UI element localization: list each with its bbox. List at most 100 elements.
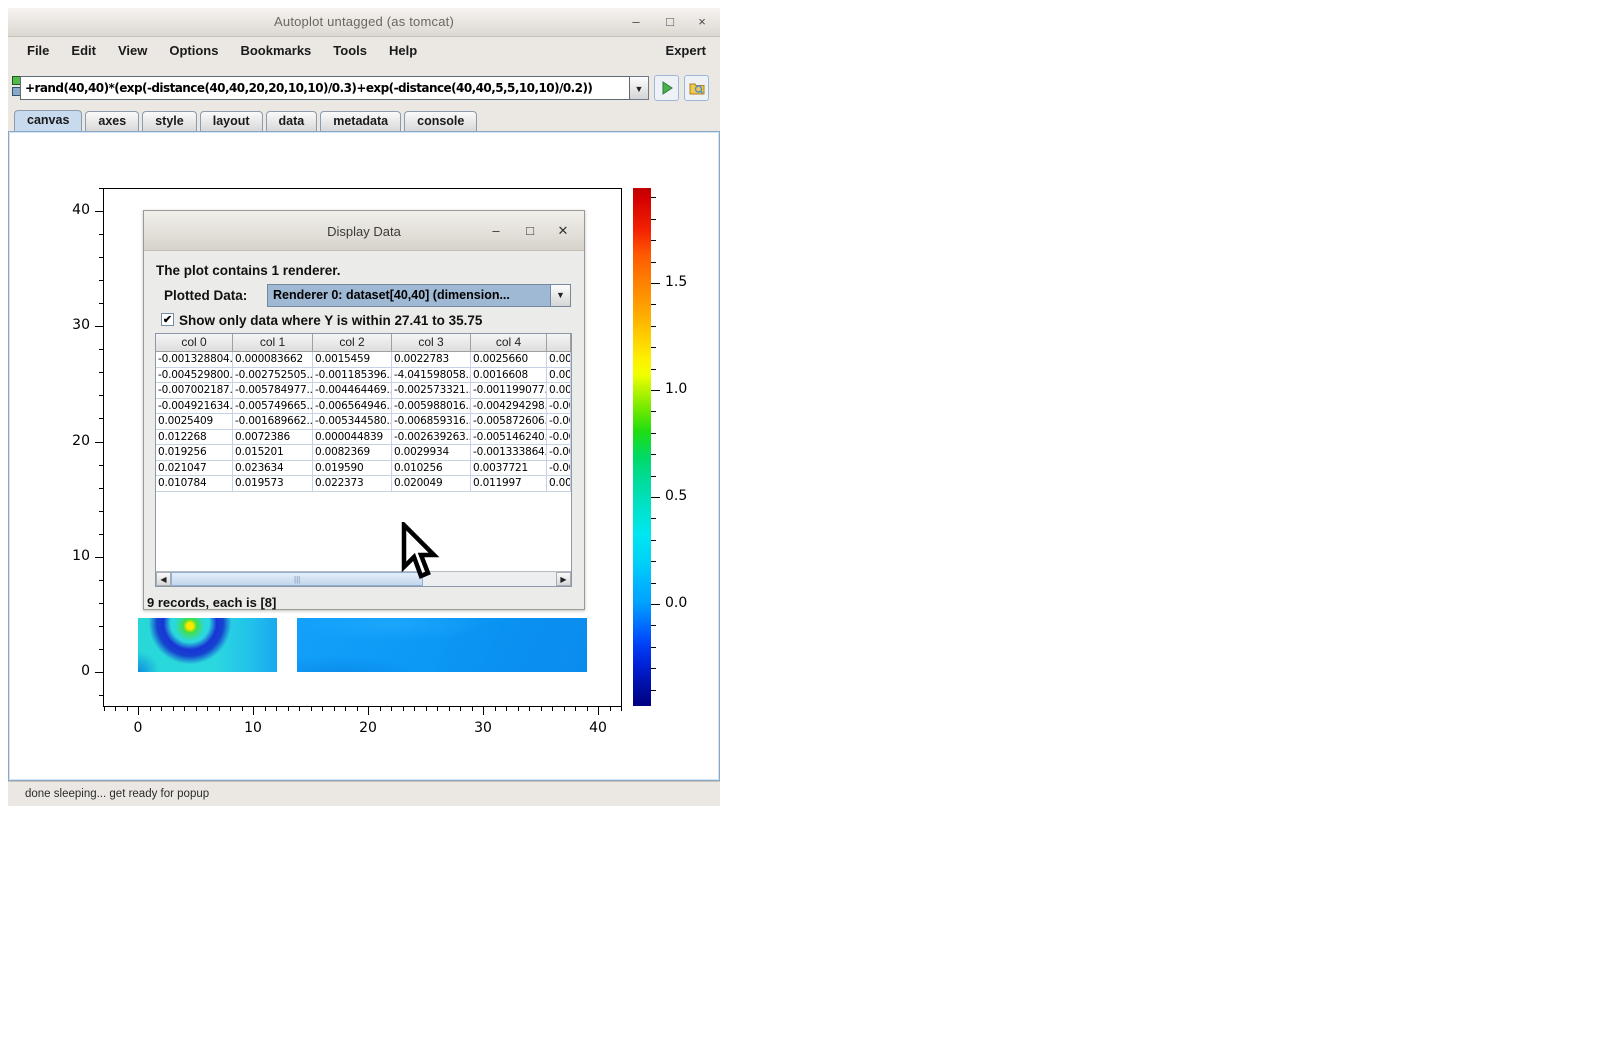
y-filter-checkbox[interactable]: ✔: [161, 313, 174, 326]
table-row[interactable]: -0.004529800...-0.002752505...-0.0011853…: [156, 368, 571, 384]
table-header-cell[interactable]: col 1: [233, 334, 313, 352]
table-row[interactable]: 0.0192560.0152010.00823690.0029934-0.001…: [156, 445, 571, 461]
table-cell[interactable]: -0.004464469...: [313, 383, 392, 399]
table-cell[interactable]: 0.015201: [233, 445, 313, 461]
table-cell[interactable]: 0.0029934: [392, 445, 471, 461]
table-row[interactable]: -0.001328804...0.0000836620.00154590.002…: [156, 352, 571, 368]
table-cell[interactable]: -0.005749665...: [233, 399, 313, 415]
table-cell[interactable]: 0.022373: [313, 476, 392, 492]
table-cell[interactable]: -0.001185396...: [313, 368, 392, 384]
scrollbar-thumb[interactable]: |||: [171, 572, 423, 586]
table-cell[interactable]: 0.0016608: [471, 368, 547, 384]
table-cell[interactable]: 0.0015459: [313, 352, 392, 368]
table-cell[interactable]: -0.001333864...: [471, 445, 547, 461]
table-cell[interactable]: 0.019573: [233, 476, 313, 492]
expert-menu[interactable]: Expert: [666, 37, 706, 64]
table-header-cell[interactable]: col 3: [392, 334, 471, 352]
table-cell[interactable]: -0.005344580...: [313, 414, 392, 430]
table-cell[interactable]: -0.001689662...: [233, 414, 313, 430]
table-cell[interactable]: -0.002639263...: [392, 430, 471, 446]
table-cell[interactable]: -0.005988016...: [392, 399, 471, 415]
table-cell[interactable]: 0.0037721: [471, 461, 547, 477]
table-row[interactable]: 0.0025409-0.001689662...-0.005344580...-…: [156, 414, 571, 430]
heatmap-fragment-right[interactable]: [297, 618, 587, 672]
menu-item-bookmarks[interactable]: Bookmarks: [229, 37, 322, 64]
go-button[interactable]: [654, 75, 679, 101]
tab-style[interactable]: style: [142, 111, 197, 131]
tab-data[interactable]: data: [266, 111, 318, 131]
menu-item-file[interactable]: File: [16, 37, 60, 64]
table-cell[interactable]: -0.00: [547, 461, 571, 477]
scroll-right-icon[interactable]: ▶: [556, 572, 571, 586]
dialog-maximize-icon[interactable]: □: [518, 219, 542, 243]
table-cell[interactable]: -0.005872606...: [471, 414, 547, 430]
table-cell[interactable]: -0.007002187...: [156, 383, 233, 399]
table-cell[interactable]: 0.0072386: [233, 430, 313, 446]
heatmap-fragment-left[interactable]: [138, 618, 277, 672]
maximize-icon[interactable]: □: [658, 11, 682, 33]
table-row[interactable]: -0.007002187...-0.005784977...-0.0044644…: [156, 383, 571, 399]
table-cell[interactable]: 0.0025409: [156, 414, 233, 430]
table-cell[interactable]: -0.00: [547, 430, 571, 446]
table-header-cell[interactable]: [547, 334, 571, 352]
menu-item-help[interactable]: Help: [378, 37, 428, 64]
tab-console[interactable]: console: [404, 111, 477, 131]
table-row[interactable]: 0.0210470.0236340.0195900.0102560.003772…: [156, 461, 571, 477]
close-icon[interactable]: ×: [690, 11, 714, 33]
table-cell[interactable]: 0.019590: [313, 461, 392, 477]
tab-canvas[interactable]: canvas: [14, 110, 82, 131]
tab-axes[interactable]: axes: [85, 111, 139, 131]
table-cell[interactable]: -0.004294298...: [471, 399, 547, 415]
tab-layout[interactable]: layout: [200, 111, 263, 131]
inspect-uri-button[interactable]: [684, 75, 709, 101]
tab-metadata[interactable]: metadata: [320, 111, 401, 131]
table-row[interactable]: -0.004921634...-0.005749665...-0.0065649…: [156, 399, 571, 415]
table-cell[interactable]: 0.00: [547, 383, 571, 399]
table-cell[interactable]: -0.001199077...: [471, 383, 547, 399]
scroll-left-icon[interactable]: ◀: [156, 572, 171, 586]
table-cell[interactable]: 0.00: [547, 476, 571, 492]
table-cell[interactable]: 0.0025660: [471, 352, 547, 368]
table-cell[interactable]: 0.012268: [156, 430, 233, 446]
table-cell[interactable]: -0.004529800...: [156, 368, 233, 384]
table-cell[interactable]: -0.00: [547, 445, 571, 461]
table-cell[interactable]: -0.002752505...: [233, 368, 313, 384]
dialog-close-icon[interactable]: ✕: [551, 219, 575, 243]
menu-item-edit[interactable]: Edit: [60, 37, 107, 64]
table-cell[interactable]: 0.023634: [233, 461, 313, 477]
menu-item-view[interactable]: View: [107, 37, 158, 64]
table-cell[interactable]: 0.011997: [471, 476, 547, 492]
table-header-cell[interactable]: col 2: [313, 334, 392, 352]
uri-dropdown-arrow-icon[interactable]: ▼: [630, 76, 649, 100]
menu-item-options[interactable]: Options: [158, 37, 229, 64]
table-cell[interactable]: 0.000083662: [233, 352, 313, 368]
dialog-minimize-icon[interactable]: –: [484, 219, 508, 243]
horizontal-scrollbar[interactable]: ◀ ||| ▶: [156, 571, 571, 586]
dialog-titlebar[interactable]: Display Data – □ ✕: [144, 211, 584, 251]
table-cell[interactable]: 0.000044839: [313, 430, 392, 446]
table-row[interactable]: 0.0122680.00723860.000044839-0.002639263…: [156, 430, 571, 446]
table-cell[interactable]: 0.020049: [392, 476, 471, 492]
minimize-icon[interactable]: –: [624, 11, 648, 33]
table-header-cell[interactable]: col 4: [471, 334, 547, 352]
table-cell[interactable]: 0.00: [547, 352, 571, 368]
table-cell[interactable]: -0.001328804...: [156, 352, 233, 368]
table-header-cell[interactable]: col 0: [156, 334, 233, 352]
table-cell[interactable]: 0.021047: [156, 461, 233, 477]
table-cell[interactable]: 0.0082369: [313, 445, 392, 461]
table-cell[interactable]: -0.005784977...: [233, 383, 313, 399]
table-cell[interactable]: -0.006564946...: [313, 399, 392, 415]
table-row[interactable]: 0.0107840.0195730.0223730.0200490.011997…: [156, 476, 571, 492]
table-cell[interactable]: -0.002573321...: [392, 383, 471, 399]
table-cell[interactable]: 0.019256: [156, 445, 233, 461]
titlebar[interactable]: Autoplot untagged (as tomcat) – □ ×: [8, 8, 720, 37]
table-cell[interactable]: -0.006859316...: [392, 414, 471, 430]
table-cell[interactable]: 0.0022783: [392, 352, 471, 368]
table-cell[interactable]: 0.010784: [156, 476, 233, 492]
table-cell[interactable]: -0.005146240...: [471, 430, 547, 446]
menu-item-tools[interactable]: Tools: [322, 37, 378, 64]
plotted-data-combobox[interactable]: Renderer 0: dataset[40,40] (dimension...…: [267, 284, 571, 307]
table-cell[interactable]: -0.004921634...: [156, 399, 233, 415]
table-cell[interactable]: 0.010256: [392, 461, 471, 477]
table-cell[interactable]: 0.00: [547, 368, 571, 384]
